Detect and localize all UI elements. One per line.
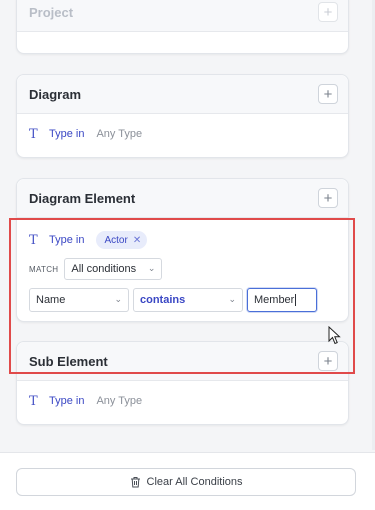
card-title: Project xyxy=(29,4,74,20)
select-value: All conditions xyxy=(71,263,137,275)
card-header: Diagram Element + xyxy=(17,179,348,218)
text-type-icon: T xyxy=(29,126,38,142)
select-value: contains xyxy=(140,294,186,306)
plus-icon: + xyxy=(323,85,333,103)
chevron-down-icon: ⌄ xyxy=(147,263,156,273)
type-filter-label[interactable]: Type in xyxy=(49,234,84,246)
card-header: Diagram + xyxy=(17,75,348,114)
conditions-panel: Project + Diagram + T Type in Any Type D… xyxy=(0,0,375,450)
chip-label: Actor xyxy=(104,234,128,246)
add-condition-button[interactable]: + xyxy=(318,188,338,208)
condition-card-project: Project + xyxy=(16,0,349,54)
condition-row: Name ⌄ contains ⌄ Member xyxy=(29,288,336,312)
card-header: Project + xyxy=(17,0,348,32)
text-type-icon: T xyxy=(29,393,38,409)
field-select[interactable]: Name ⌄ xyxy=(29,288,129,312)
condition-card-diagram-element: Diagram Element + T Type in Actor ✕ MATC… xyxy=(16,178,349,322)
type-filter-label[interactable]: Type in xyxy=(49,128,84,140)
card-body: T Type in Actor ✕ MATCH All conditions ⌄… xyxy=(17,218,348,322)
type-chip[interactable]: Actor ✕ xyxy=(96,231,148,249)
clear-all-conditions-button[interactable]: Clear All Conditions xyxy=(16,468,356,496)
chevron-down-icon: ⌄ xyxy=(114,294,122,304)
condition-value-input[interactable]: Member xyxy=(247,288,317,312)
card-title: Sub Element xyxy=(29,353,108,369)
plus-icon: + xyxy=(323,3,333,21)
match-mode-select[interactable]: All conditions ⌄ xyxy=(64,258,163,280)
add-condition-button[interactable]: + xyxy=(318,351,338,371)
text-type-icon: T xyxy=(29,232,38,248)
type-placeholder: Any Type xyxy=(96,395,143,407)
card-body: T Type in Any Type xyxy=(17,114,348,154)
match-row: MATCH All conditions ⌄ xyxy=(29,258,336,280)
text-caret xyxy=(295,294,297,306)
card-title: Diagram xyxy=(29,86,82,102)
match-label: MATCH xyxy=(29,264,59,274)
card-body: T Type in Any Type xyxy=(17,381,348,421)
type-filter[interactable]: T Type in Any Type xyxy=(29,124,336,144)
trash-icon xyxy=(130,476,141,488)
add-condition-button[interactable]: + xyxy=(318,2,338,22)
panel-footer: Clear All Conditions xyxy=(0,452,375,510)
mouse-cursor-icon xyxy=(328,325,342,351)
type-filter[interactable]: T Type in Actor ✕ xyxy=(29,230,336,250)
condition-card-sub-element: Sub Element + T Type in Any Type xyxy=(16,341,349,425)
operator-select[interactable]: contains ⌄ xyxy=(133,288,243,312)
card-header: Sub Element + xyxy=(17,342,348,381)
card-title: Diagram Element xyxy=(29,190,136,206)
type-filter[interactable]: T Type in Any Type xyxy=(29,391,336,411)
plus-icon: + xyxy=(323,189,333,207)
close-icon[interactable]: ✕ xyxy=(133,235,141,246)
type-placeholder: Any Type xyxy=(96,128,143,140)
chevron-down-icon: ⌄ xyxy=(228,294,236,304)
input-value: Member xyxy=(254,294,295,306)
clear-all-label: Clear All Conditions xyxy=(146,476,243,488)
plus-icon: + xyxy=(323,352,333,370)
add-condition-button[interactable]: + xyxy=(318,84,338,104)
select-value: Name xyxy=(36,294,66,306)
type-filter-label[interactable]: Type in xyxy=(49,395,84,407)
condition-card-diagram: Diagram + T Type in Any Type xyxy=(16,74,349,158)
